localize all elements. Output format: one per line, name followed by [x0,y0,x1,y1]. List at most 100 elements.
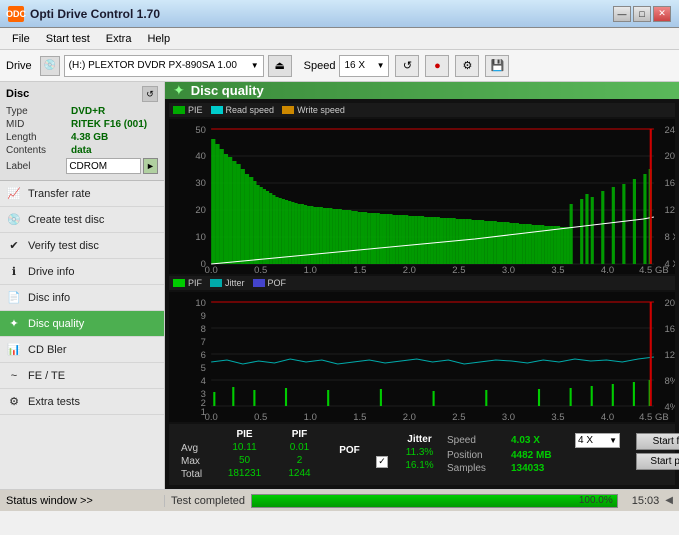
start-full-button[interactable]: Start full [636,433,679,450]
minimize-button[interactable]: — [613,6,631,22]
svg-text:4.0: 4.0 [601,265,614,274]
bottom-chart-svg: 10 9 8 7 6 5 4 3 2 1 20% 16% 12% 8% 4% [169,292,675,422]
legend-write-speed: Write speed [282,105,345,115]
cd-bler-icon: 📊 [6,342,22,358]
jitter-checkbox[interactable]: ✓ [376,456,388,468]
pie-total: 181231 [217,467,272,480]
transfer-rate-icon: 📈 [6,186,22,202]
pie-legend-color [173,106,185,114]
drive-icon: 💿 [40,56,60,76]
svg-text:0.5: 0.5 [254,412,267,422]
toolbar-btn-2[interactable]: ● [425,55,449,77]
app-icon: ODC [8,6,24,22]
svg-text:16 X: 16 X [664,178,675,188]
toolbar-btn-3[interactable]: ⚙ [455,55,479,77]
svg-text:0.0: 0.0 [205,265,218,274]
speed-select[interactable]: 4 X ▼ [575,433,620,448]
drive-dropdown[interactable]: (H:) PLEXTOR DVDR PX-890SA 1.00 ▼ [64,55,264,77]
window-controls: — □ ✕ [613,6,671,22]
sidebar: Disc ↺ Type DVD+R MID RITEK F16 (001) Le… [0,82,165,489]
sidebar-item-disc-info[interactable]: 📄 Disc info [0,285,164,311]
sidebar-item-fe-te[interactable]: ~ FE / TE [0,363,164,389]
create-test-disc-icon: 💿 [6,212,22,228]
status-window-label: Status window >> [6,495,93,507]
svg-text:0.0: 0.0 [205,412,218,422]
sidebar-item-verify-test-disc[interactable]: ✔ Verify test disc [0,233,164,259]
svg-text:3.0: 3.0 [502,412,515,422]
svg-text:20 X: 20 X [664,151,675,161]
toolbar-btn-4[interactable]: 💾 [485,55,509,77]
sidebar-item-extra-tests[interactable]: ⚙ Extra tests [0,389,164,415]
disc-info-icon: 📄 [6,290,22,306]
status-window-button[interactable]: Status window >> [0,495,165,507]
start-buttons: Start full Start part [636,433,679,470]
jitter-avg: 11.3% [392,446,447,459]
svg-text:4.5 GB: 4.5 GB [639,265,668,274]
svg-text:4.0: 4.0 [601,412,614,422]
length-value: 4.38 GB [71,132,108,143]
status-time: 15:03 [632,495,660,507]
speed-dropdown[interactable]: 16 X ▼ [339,55,389,77]
svg-text:8 X: 8 X [664,232,675,242]
close-button[interactable]: ✕ [653,6,671,22]
maximize-button[interactable]: □ [633,6,651,22]
bottom-chart: 10 9 8 7 6 5 4 3 2 1 20% 16% 12% 8% 4% [169,292,675,422]
speed-dropdown-arrow: ▼ [377,61,385,70]
svg-text:4%: 4% [664,402,675,412]
svg-text:40: 40 [195,151,206,161]
menu-start-test[interactable]: Start test [38,31,98,47]
sidebar-item-transfer-rate[interactable]: 📈 Transfer rate [0,181,164,207]
sidebar-item-cd-bler[interactable]: 📊 CD Bler [0,337,164,363]
main-layout: Disc ↺ Type DVD+R MID RITEK F16 (001) Le… [0,82,679,489]
type-label: Type [6,106,71,117]
total-label: Total [177,468,217,481]
svg-text:1.5: 1.5 [353,412,366,422]
chart-container: PIE Read speed Write speed [165,99,679,489]
pif-max: 2 [272,454,327,467]
pie-avg: 10.11 [217,441,272,454]
window-title: Opti Drive Control 1.70 [30,7,160,21]
svg-text:6: 6 [201,350,206,360]
speed-label: Speed [304,60,336,72]
menu-file[interactable]: File [4,31,38,47]
bottom-legend: PIF Jitter POF [169,276,675,290]
disc-panel: Disc ↺ Type DVD+R MID RITEK F16 (001) Le… [0,82,164,181]
disc-quality-icon: ✦ [6,316,22,332]
label-input[interactable]: CDROM [66,158,141,174]
mid-label: MID [6,119,71,130]
svg-text:12%: 12% [664,350,675,360]
content-header: ✦ Disc quality [165,82,679,99]
refresh-button[interactable]: ↺ [395,55,419,77]
top-chart: 50 40 30 20 10 0 24 X 20 X 16 X 12 X 8 X… [169,119,675,274]
legend-pof: POF [253,278,287,288]
svg-text:16%: 16% [664,324,675,334]
svg-text:0.5: 0.5 [254,265,267,274]
write-speed-legend-color [282,106,294,114]
sidebar-item-drive-info[interactable]: ℹ Drive info [0,259,164,285]
label-go-button[interactable]: ► [143,158,158,174]
menu-extra[interactable]: Extra [98,31,140,47]
svg-text:12 X: 12 X [664,205,675,215]
extra-tests-icon: ⚙ [6,394,22,410]
toolbar: Drive 💿 (H:) PLEXTOR DVDR PX-890SA 1.00 … [0,50,679,82]
svg-text:2.0: 2.0 [403,412,416,422]
svg-text:10: 10 [195,298,206,308]
pof-legend-color [253,279,265,287]
speed-value: 16 X [344,60,365,71]
disc-refresh-button[interactable]: ↺ [142,86,158,102]
status-right: Test completed 100.0% 15:03 ◀ [165,494,679,508]
svg-text:3.5: 3.5 [551,412,564,422]
sidebar-item-create-test-disc[interactable]: 💿 Create test disc [0,207,164,233]
top-chart-svg: 50 40 30 20 10 0 24 X 20 X 16 X 12 X 8 X… [169,119,675,274]
sidebar-item-disc-quality[interactable]: ✦ Disc quality [0,311,164,337]
jitter-total [392,472,447,474]
label-label: Label [6,161,66,172]
svg-text:5: 5 [201,363,206,373]
pif-legend-color [173,279,185,287]
eject-button[interactable]: ⏏ [268,55,292,77]
samples-row: Samples 134033 [447,463,620,474]
pof-total [327,461,372,463]
start-part-button[interactable]: Start part [636,453,679,470]
svg-text:9: 9 [201,311,206,321]
menu-help[interactable]: Help [139,31,178,47]
